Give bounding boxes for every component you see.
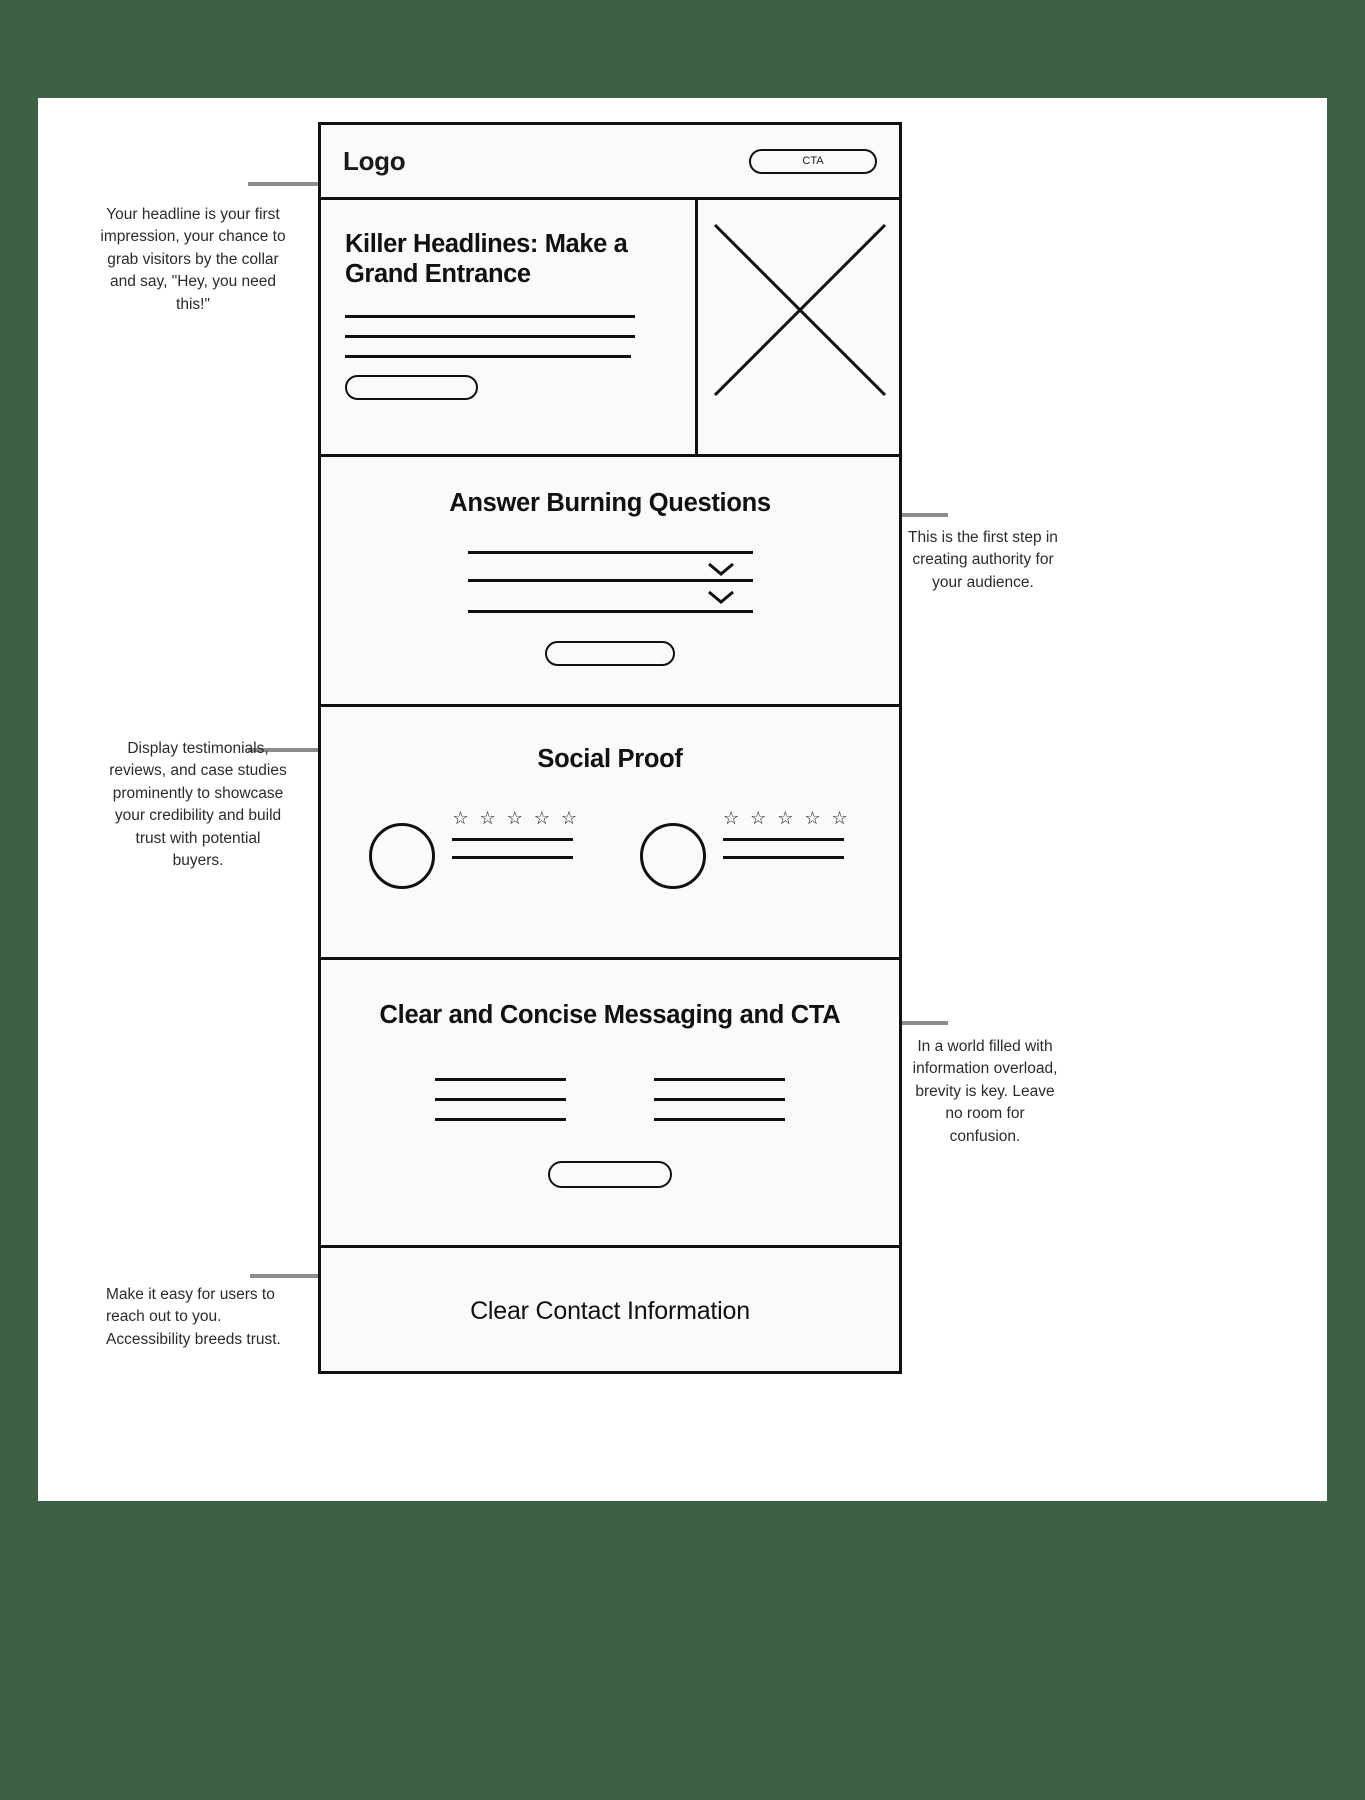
- placeholder-line: [654, 1078, 785, 1082]
- placeholder-line: [723, 856, 844, 859]
- testimonial-card: ☆ ☆ ☆ ☆ ☆: [640, 809, 851, 889]
- faq-list: [467, 551, 753, 613]
- hero-content: Killer Headlines: Make a Grand Entrance: [321, 200, 698, 454]
- hero-text-placeholder: [345, 315, 671, 359]
- messaging-column: [435, 1078, 566, 1138]
- x-cross-icon: [713, 223, 887, 397]
- header-cta-label: CTA: [802, 155, 824, 167]
- star-rating: ☆ ☆ ☆ ☆ ☆: [723, 808, 851, 828]
- avatar: [369, 823, 436, 889]
- annotation-messaging: In a world filled with information overl…: [912, 1038, 1058, 1145]
- contact-title: Clear Contact Information: [470, 1296, 750, 1325]
- placeholder-line: [435, 1098, 566, 1102]
- placeholder-line: [345, 315, 635, 319]
- social-proof-title: Social Proof: [537, 745, 683, 773]
- faq-row[interactable]: [467, 582, 753, 613]
- messaging-section: Clear and Concise Messaging and CTA: [321, 960, 899, 1248]
- faq-title: Answer Burning Questions: [449, 489, 771, 517]
- sheet: Your headline is your first impression, …: [38, 98, 1327, 1501]
- placeholder-line: [654, 1098, 785, 1102]
- hero-image-placeholder: [698, 200, 899, 454]
- header-cta-button[interactable]: CTA: [749, 148, 877, 174]
- chevron-down-icon[interactable]: [707, 589, 735, 610]
- testimonial-body: ☆ ☆ ☆ ☆ ☆: [723, 809, 851, 874]
- chevron-down-icon[interactable]: [707, 561, 735, 582]
- messaging-cta-button[interactable]: [548, 1161, 672, 1189]
- placeholder-line: [452, 838, 574, 841]
- star-rating: ☆ ☆ ☆ ☆ ☆: [452, 808, 580, 828]
- placeholder-line: [435, 1118, 566, 1122]
- testimonial-body: ☆ ☆ ☆ ☆ ☆: [452, 809, 580, 874]
- testimonial-list: ☆ ☆ ☆ ☆ ☆ ☆ ☆ ☆ ☆ ☆: [321, 809, 899, 889]
- placeholder-line: [654, 1118, 785, 1122]
- placeholder-line: [345, 335, 635, 339]
- social-proof-section: Social Proof ☆ ☆ ☆ ☆ ☆ ☆ ☆ ☆ ☆ ☆: [321, 707, 899, 960]
- logo[interactable]: Logo: [343, 146, 406, 177]
- placeholder-line: [435, 1078, 566, 1082]
- site-header: Logo CTA: [321, 125, 899, 200]
- contact-section: Clear Contact Information: [321, 1248, 899, 1374]
- messaging-columns: [321, 1078, 899, 1138]
- annotation-contact: Make it easy for users to reach out to y…: [106, 1286, 281, 1348]
- faq-cta-button[interactable]: [545, 641, 675, 666]
- avatar: [640, 823, 706, 889]
- hero-headline: Killer Headlines: Make a Grand Entrance: [345, 230, 628, 288]
- messaging-title: Clear and Concise Messaging and CTA: [379, 1001, 841, 1029]
- messaging-column: [654, 1078, 785, 1138]
- placeholder-line: [345, 355, 631, 359]
- hero-cta-button[interactable]: [345, 375, 478, 401]
- testimonial-card: ☆ ☆ ☆ ☆ ☆: [369, 809, 580, 889]
- hero-section: Killer Headlines: Make a Grand Entrance: [321, 200, 899, 457]
- faq-section: Answer Burning Questions: [321, 457, 899, 707]
- annotation-social-proof: Display testimonials, reviews, and case …: [109, 740, 287, 870]
- annotation-faq: This is the first step in creating autho…: [908, 529, 1058, 591]
- placeholder-line: [723, 838, 844, 841]
- faq-row[interactable]: [467, 551, 753, 582]
- annotation-headline: Your headline is your first impression, …: [100, 206, 286, 313]
- wireframe-frame: Logo CTA Killer Headlines: Make a Grand …: [318, 122, 902, 1374]
- placeholder-line: [452, 856, 574, 859]
